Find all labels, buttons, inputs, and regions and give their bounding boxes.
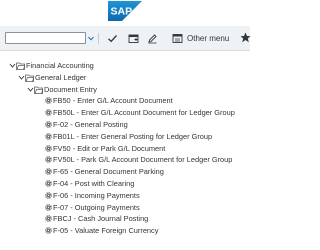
transaction-gear-icon — [45, 168, 52, 176]
folder-open-icon — [25, 74, 34, 82]
tree-transaction[interactable]: FB50 - Enter G/L Account Document — [0, 95, 250, 106]
tree-folder[interactable]: Financial Accounting — [0, 60, 250, 71]
tree-transaction-label: FB50 - Enter G/L Account Document — [53, 96, 173, 106]
tree-transaction[interactable]: F-65 - General Document Parking — [0, 166, 250, 177]
tree-transaction-label: FB50L - Enter G/L Account Document for L… — [53, 108, 235, 118]
tree-transaction[interactable]: FB01L - Enter General Posting for Ledger… — [0, 131, 250, 142]
transaction-gear-icon — [45, 191, 52, 199]
tree-folder-label: General Ledger — [35, 72, 87, 82]
transaction-gear-icon — [45, 144, 52, 152]
tree-transaction[interactable]: F-06 - Incoming Payments — [0, 190, 250, 201]
tree-transaction[interactable]: F-05 - Valuate Foreign Currency — [0, 225, 250, 236]
toolbar: Other menu — [0, 26, 251, 51]
tree-transaction[interactable]: FBCJ - Cash Journal Posting — [0, 213, 250, 224]
transaction-gear-icon — [45, 109, 52, 117]
transaction-gear-icon — [45, 227, 52, 235]
sap-logo: SAP — [108, 1, 142, 21]
add-favorite-icon[interactable] — [128, 33, 139, 44]
transaction-gear-icon — [45, 203, 52, 211]
tree-transaction[interactable]: FV50L - Park G/L Account Document for Le… — [0, 154, 250, 165]
tree-transaction[interactable]: FB50L - Enter G/L Account Document for L… — [0, 107, 250, 118]
sap-logo-text: SAP — [111, 6, 133, 18]
other-menu-icon[interactable] — [172, 33, 183, 44]
command-dropdown-icon[interactable] — [86, 33, 96, 44]
transaction-gear-icon — [45, 121, 52, 128]
tree-transaction[interactable]: F-07 - Outgoing Payments — [0, 202, 250, 213]
folder-open-icon — [34, 86, 43, 94]
tree-transaction[interactable]: FV50 - Edit or Park G/L Document — [0, 143, 250, 154]
tree-transaction-label: F-05 - Valuate Foreign Currency — [53, 226, 159, 236]
folder-open-icon — [16, 62, 25, 70]
transaction-gear-icon — [45, 156, 52, 164]
tree-transaction-label: FV50 - Edit or Park G/L Document — [53, 143, 166, 153]
tree-transaction-label: FB01L - Enter General Posting for Ledger… — [53, 131, 213, 141]
command-field[interactable] — [5, 32, 86, 44]
tree-transaction-label: F-07 - Outgoing Payments — [53, 202, 140, 212]
enter-check-icon[interactable] — [107, 33, 118, 44]
tree-transaction[interactable]: F-04 - Post with Clearing — [0, 178, 250, 189]
tree-transaction-label: FBCJ - Cash Journal Posting — [53, 214, 149, 224]
tree-folder[interactable]: General Ledger — [0, 72, 250, 83]
tree-folder[interactable]: Document Entry — [0, 84, 250, 95]
tree-transaction-label: F-06 - Incoming Payments — [53, 190, 140, 200]
shell-header: SAP — [0, 0, 250, 25]
transaction-gear-icon — [45, 132, 52, 140]
tree-folder-label: Financial Accounting — [26, 61, 94, 70]
tree-folder-label: Document Entry — [44, 84, 97, 94]
tree-transaction-label: FV50L - Park G/L Account Document for Le… — [53, 155, 233, 165]
other-menu-button[interactable]: Other menu — [187, 34, 229, 43]
transaction-gear-icon — [45, 180, 52, 187]
edit-favorite-icon[interactable] — [147, 33, 158, 44]
toolbar-separator — [98, 33, 99, 44]
transaction-gear-icon — [45, 215, 52, 223]
tree-transaction[interactable]: F-02 - General Posting — [0, 119, 250, 130]
transaction-gear-icon — [45, 97, 52, 105]
tree-transaction-label: F-65 - General Document Parking — [53, 167, 164, 177]
tree-transaction-label: F-02 - General Posting — [53, 120, 128, 129]
star-icon[interactable] — [240, 32, 251, 43]
tree-transaction-label: F-04 - Post with Clearing — [53, 179, 135, 188]
